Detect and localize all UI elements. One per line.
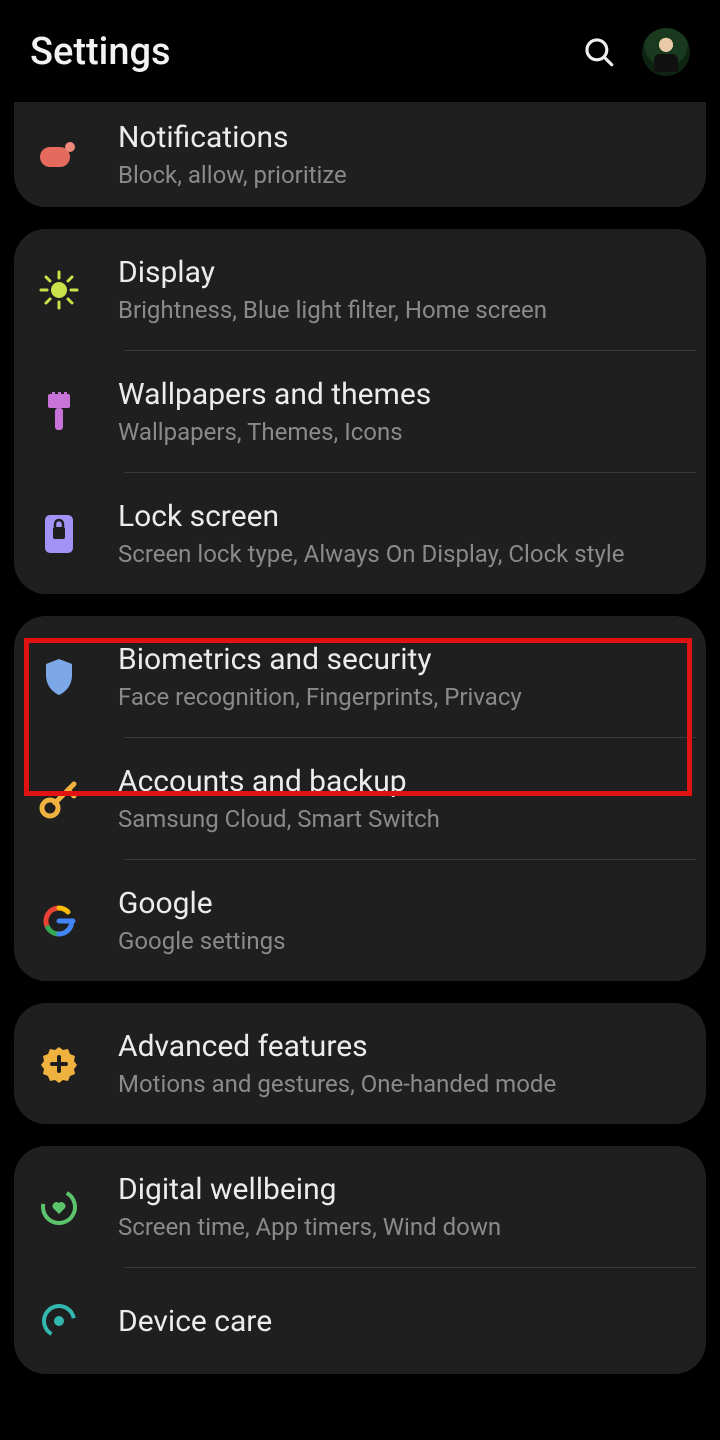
settings-group: Digital wellbeing Screen time, App timer… — [14, 1146, 706, 1374]
row-text: Display Brightness, Blue light filter, H… — [118, 255, 547, 324]
row-text: Lock screen Screen lock type, Always On … — [118, 499, 624, 568]
row-text: Device care — [118, 1304, 272, 1339]
settings-group: Biometrics and security Face recognition… — [14, 616, 706, 981]
settings-screen: Settings Notifications Block, allow, — [0, 0, 720, 1440]
settings-row-wellbeing[interactable]: Digital wellbeing Screen time, App timer… — [14, 1146, 706, 1267]
row-title: Device care — [118, 1304, 272, 1339]
settings-row-accounts[interactable]: Accounts and backup Samsung Cloud, Smart… — [14, 738, 706, 859]
row-title: Biometrics and security — [118, 642, 522, 677]
row-text: Notifications Block, allow, prioritize — [118, 120, 347, 189]
page-title: Settings — [30, 30, 171, 74]
shield-icon — [32, 650, 86, 704]
row-subtitle: Wallpapers, Themes, Icons — [118, 418, 431, 446]
settings-row-advanced[interactable]: Advanced features Motions and gestures, … — [14, 1003, 706, 1124]
row-text: Advanced features Motions and gestures, … — [118, 1029, 556, 1098]
settings-row-google[interactable]: Google Google settings — [14, 860, 706, 981]
row-title: Notifications — [118, 120, 347, 155]
settings-row-biometrics[interactable]: Biometrics and security Face recognition… — [14, 616, 706, 737]
row-title: Accounts and backup — [118, 764, 440, 799]
row-title: Display — [118, 255, 547, 290]
settings-row-wallpapers[interactable]: Wallpapers and themes Wallpapers, Themes… — [14, 351, 706, 472]
key-icon — [32, 772, 86, 826]
row-subtitle: Motions and gestures, One-handed mode — [118, 1070, 556, 1098]
devicecare-icon — [32, 1294, 86, 1348]
wellbeing-icon — [32, 1180, 86, 1234]
row-text: Accounts and backup Samsung Cloud, Smart… — [118, 764, 440, 833]
settings-group: Advanced features Motions and gestures, … — [14, 1003, 706, 1124]
settings-group: Notifications Block, allow, prioritize — [14, 102, 706, 207]
row-text: Biometrics and security Face recognition… — [118, 642, 522, 711]
gear-plus-icon — [32, 1037, 86, 1091]
row-title: Wallpapers and themes — [118, 377, 431, 412]
row-title: Digital wellbeing — [118, 1172, 501, 1207]
settings-row-notifications[interactable]: Notifications Block, allow, prioritize — [14, 102, 706, 207]
row-subtitle: Google settings — [118, 927, 285, 955]
header-actions — [582, 28, 690, 76]
row-title: Google — [118, 886, 285, 921]
settings-group: Display Brightness, Blue light filter, H… — [14, 229, 706, 594]
row-subtitle: Screen lock type, Always On Display, Clo… — [118, 540, 624, 568]
row-text: Wallpapers and themes Wallpapers, Themes… — [118, 377, 431, 446]
profile-avatar[interactable] — [642, 28, 690, 76]
row-subtitle: Screen time, App timers, Wind down — [118, 1213, 501, 1241]
row-text: Digital wellbeing Screen time, App timer… — [118, 1172, 501, 1241]
brush-icon — [32, 385, 86, 439]
row-title: Lock screen — [118, 499, 624, 534]
row-subtitle: Brightness, Blue light filter, Home scre… — [118, 296, 547, 324]
search-button[interactable] — [582, 35, 616, 69]
row-subtitle: Samsung Cloud, Smart Switch — [118, 805, 440, 833]
lock-icon — [32, 507, 86, 561]
row-title: Advanced features — [118, 1029, 556, 1064]
header: Settings — [14, 10, 706, 102]
settings-row-devicecare[interactable]: Device care — [14, 1268, 706, 1374]
search-icon — [582, 35, 616, 69]
google-icon — [32, 894, 86, 948]
notifications-icon — [32, 128, 86, 182]
sun-icon — [32, 263, 86, 317]
row-text: Google Google settings — [118, 886, 285, 955]
settings-row-lockscreen[interactable]: Lock screen Screen lock type, Always On … — [14, 473, 706, 594]
settings-row-display[interactable]: Display Brightness, Blue light filter, H… — [14, 229, 706, 350]
row-subtitle: Block, allow, prioritize — [118, 161, 347, 189]
row-subtitle: Face recognition, Fingerprints, Privacy — [118, 683, 522, 711]
